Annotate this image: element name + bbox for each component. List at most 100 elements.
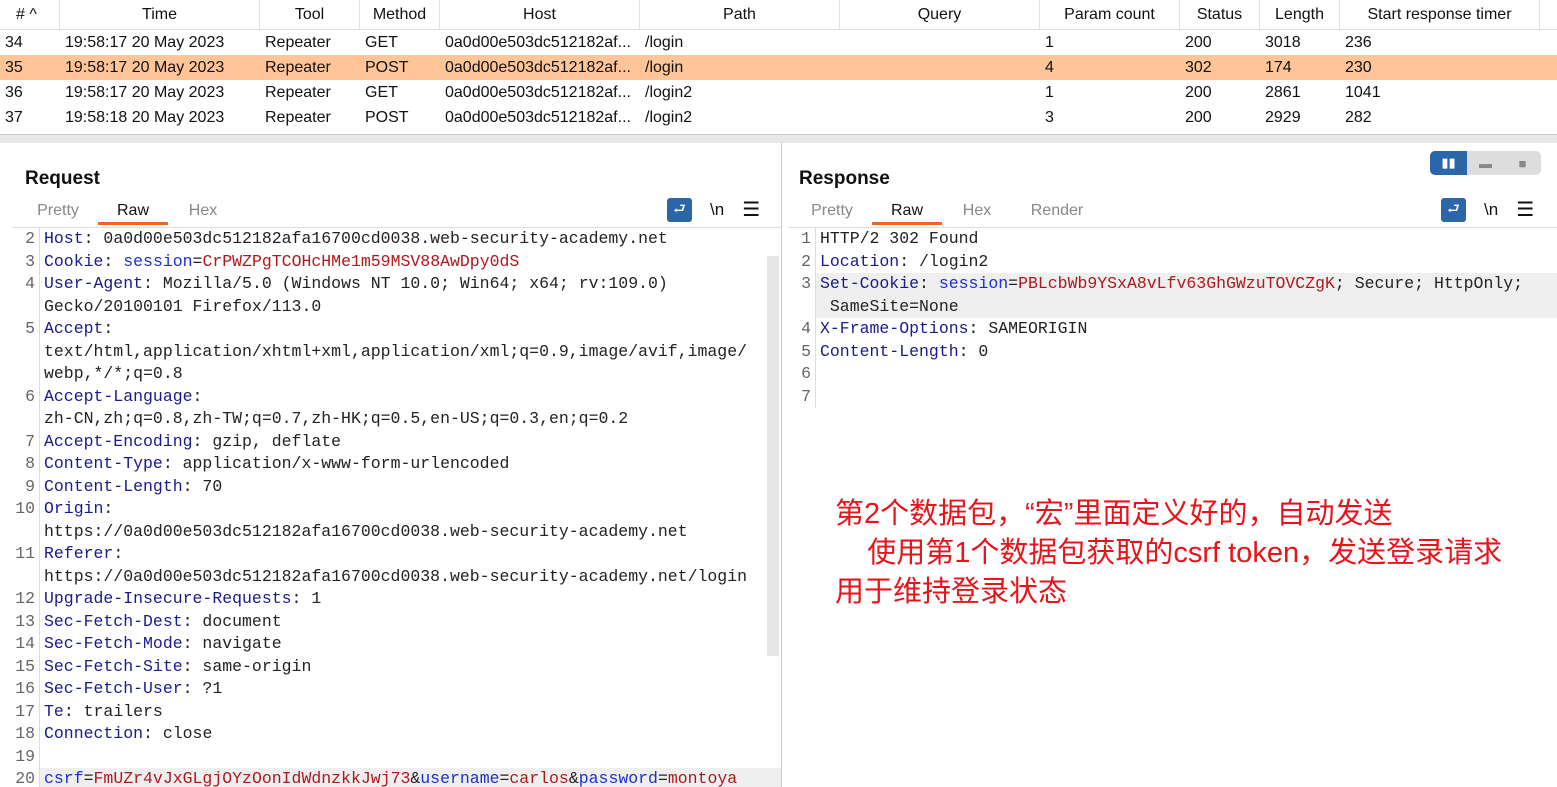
table-cell: Repeater [265,33,331,51]
token: Referer [44,544,114,563]
line-text: Content-Length: 70 [40,476,222,499]
tab-raw[interactable]: Raw [98,200,168,225]
splitter[interactable] [0,135,1557,143]
request-editor[interactable]: 2 Host: 0a0d00e503dc512182afa16700cd0038.… [12,227,781,787]
tab-raw[interactable]: Raw [872,200,942,225]
token: carlos [509,769,569,787]
token: User-Agent [44,274,144,293]
column-header[interactable]: Method [360,0,440,29]
code-line: Gecko/20100101 Firefox/113.0 [12,295,781,318]
tab-hex[interactable]: Hex [942,200,1012,225]
line-text: Set-Cookie: session=PBLcbWb9YSxA8vLfv63G… [816,273,1557,296]
side-by-side-layout-icon[interactable]: ▮▮ [1430,151,1467,175]
tab-hex[interactable]: Hex [168,200,238,225]
tab-pretty[interactable]: Pretty [792,200,872,225]
table-cell: GET [365,33,398,51]
annotation-text: 第2个数据包，“宏”里面定义好的，自动发送 使用第1个数据包获取的csrf to… [835,495,1502,612]
table-cell: POST [365,108,409,126]
token: ; Secure; HttpOnly; [1334,274,1524,293]
table-cell: 1 [1045,83,1054,101]
token: https://0a0d00e503dc512182afa16700cd0038… [44,521,688,541]
line-text: X-Frame-Options: SAMEORIGIN [816,318,1087,341]
code-line: 2 Location: /login2 [788,250,1557,273]
code-line: 12 Upgrade-Insecure-Requests: 1 [12,588,781,611]
table-cell: 236 [1345,33,1372,51]
line-number: 1 [788,228,816,251]
table-cell: Repeater [265,83,331,101]
token: Content-Length [820,341,959,361]
code-line: 20 csrf=FmUZr4vJxGLgjOYzOonIdWdnzkkJwj73&… [12,768,781,787]
table-cell: 34 [5,33,23,51]
token: = [499,769,510,787]
column-header[interactable]: Param count [1040,0,1180,29]
table-cell: 3018 [1265,33,1301,51]
table-row[interactable]: 35 19:58:17 20 May 2023 Repeater POST 0a0d00… [0,55,1557,80]
code-line: https://0a0d00e503dc512182afa16700cd0038… [12,520,781,543]
table-cell: 2861 [1265,83,1301,101]
column-header[interactable]: Start response timer [1340,0,1540,29]
table-cell: Repeater [265,108,331,126]
column-header[interactable]: Host [440,0,640,29]
column-header[interactable]: Status [1180,0,1260,29]
token: Location [820,251,900,271]
tab-pretty[interactable]: Pretty [18,200,98,225]
code-line: 4 X-Frame-Options: SAMEORIGIN [788,318,1557,341]
code-line: https://0a0d00e503dc512182afa16700cd0038… [12,565,781,589]
token: : ?1 [182,679,223,698]
line-text: HTTP/2 302 Found [816,228,978,251]
stacked-layout-icon[interactable]: ▬ [1467,151,1504,175]
table-row[interactable]: 34 19:58:17 20 May 2023 Repeater GET 0a0d00e… [0,30,1557,55]
code-line: 13 Sec-Fetch-Dest: document [12,610,781,633]
token: Connection [44,724,144,743]
table-cell: 3 [1045,108,1054,126]
single-layout-icon[interactable]: ■ [1504,151,1541,175]
column-header[interactable]: Query [840,0,1040,29]
token: & [410,769,421,787]
line-text: https://0a0d00e503dc512182afa16700cd0038… [40,566,747,589]
table-cell: 200 [1185,108,1212,126]
code-line: 14 Sec-Fetch-Mode: navigate [12,633,781,656]
token: : same-origin [182,656,312,676]
table-cell: /login2 [645,83,693,101]
column-header[interactable]: Length [1260,0,1340,29]
response-panel: ▮▮ ▬ ■ Response Pretty Raw Hex Render ⮐ \n … [784,143,1557,787]
table-row[interactable]: 36 19:58:17 20 May 2023 Repeater GET 0a0d00e… [0,80,1557,105]
menu-icon[interactable]: ☰ [742,197,760,222]
line-number [12,340,40,363]
show-newlines-button[interactable]: \n [1484,200,1498,220]
table-cell: 0a0d00e503dc512182af... [445,83,631,101]
line-text [40,746,44,769]
line-text: Referer: [40,543,123,566]
wrap-lines-button[interactable]: ⮐ [667,197,692,222]
column-header[interactable]: # ^ [0,0,60,29]
token: : SAMEORIGIN [968,319,1088,338]
token: : /login2 [899,251,989,271]
token: X-Frame-Options [820,319,969,338]
token: Sec-Fetch-Dest [44,611,183,631]
line-number: 5 [12,318,40,341]
line-text: SameSite=None [816,295,1557,318]
table-cell: 302 [1185,58,1212,76]
code-line: 4 User-Agent: Mozilla/5.0 (Windows NT 10.… [12,273,781,296]
request-scrollbar[interactable] [767,256,779,656]
line-number [12,408,40,431]
token: montoya [667,769,738,787]
token: Set-Cookie [820,274,920,293]
code-line: 9 Content-Length: 70 [12,475,781,499]
token: : close [143,724,213,743]
show-newlines-button[interactable]: \n [710,200,724,220]
column-header[interactable]: Path [640,0,840,29]
wrap-lines-button[interactable]: ⮐ [1441,197,1466,222]
line-number: 18 [12,723,40,746]
token: : 1 [291,589,322,608]
token: Sec-Fetch-User [44,679,183,698]
tab-render[interactable]: Render [1012,200,1102,225]
table-cell: /login [645,58,684,76]
line-number: 6 [12,385,40,408]
token: = [657,769,668,787]
table-row[interactable]: 37 19:58:18 20 May 2023 Repeater POST 0a0d00… [0,105,1557,130]
column-header[interactable]: Tool [260,0,360,29]
column-header[interactable]: Time [60,0,260,29]
menu-icon[interactable]: ☰ [1516,197,1534,222]
line-number: 17 [12,700,40,723]
